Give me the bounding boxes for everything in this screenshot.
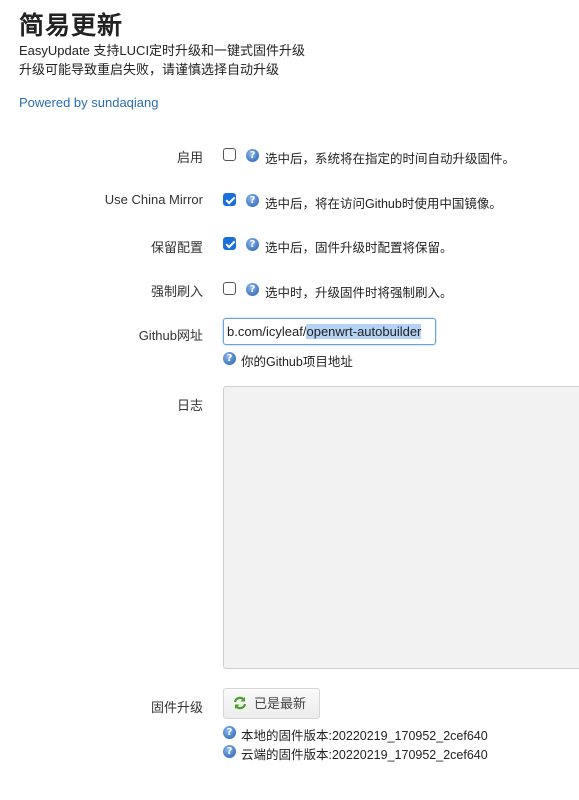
china-mirror-checkbox[interactable]	[223, 193, 236, 206]
china-mirror-label: Use China Mirror	[104, 192, 203, 207]
page-description: EasyUpdate 支持LUCI定时升级和一键式固件升级	[19, 43, 306, 58]
help-icon: ?	[223, 352, 236, 365]
help-icon: ?	[246, 238, 259, 251]
help-icon: ?	[246, 149, 259, 162]
help-icon: ?	[246, 194, 259, 207]
force-flash-label: 强制刷入	[150, 284, 203, 299]
check-update-button[interactable]: 已是最新	[223, 688, 320, 719]
china-mirror-help-text: 选中后，将在访问Github时使用中国镜像。	[265, 197, 502, 211]
firmware-label: 固件升级	[150, 700, 203, 715]
github-url-selected-text: openwrt-autobuilder	[306, 324, 422, 339]
refresh-icon	[233, 696, 247, 710]
github-url-text: b.com/icyleaf/	[227, 324, 307, 339]
help-icon: ?	[223, 726, 236, 739]
enable-help-text: 选中后，系统将在指定的时间自动升级固件。	[265, 152, 516, 166]
page-title: 简易更新	[19, 12, 124, 40]
keep-config-help-text: 选中后，固件升级时配置将保留。	[265, 241, 453, 255]
log-textarea[interactable]	[223, 386, 579, 669]
cloud-version-text: 云端的固件版本:20220219_170952_2cef640	[241, 748, 488, 762]
enable-checkbox[interactable]	[223, 148, 236, 161]
help-icon: ?	[246, 283, 259, 296]
force-flash-checkbox[interactable]	[223, 282, 236, 295]
page-warning: 升级可能导致重启失败，请谨慎选择自动升级	[19, 62, 280, 77]
check-update-button-label: 已是最新	[254, 696, 307, 711]
enable-label: 启用	[176, 150, 203, 165]
keep-config-checkbox[interactable]	[223, 237, 236, 250]
keep-config-label: 保留配置	[150, 240, 203, 255]
powered-by-link[interactable]: Powered by sundaqiang	[19, 95, 159, 110]
local-version-text: 本地的固件版本:20220219_170952_2cef640	[241, 729, 488, 743]
force-flash-help-text: 选中时，升级固件时将强制刷入。	[265, 286, 453, 300]
log-label: 日志	[176, 398, 203, 413]
github-url-help-text: 你的Github项目地址	[241, 355, 353, 369]
github-url-label: Github网址	[138, 328, 203, 343]
github-url-input[interactable]: b.com/icyleaf/openwrt-autobuilder	[223, 318, 436, 345]
help-icon: ?	[223, 745, 236, 758]
